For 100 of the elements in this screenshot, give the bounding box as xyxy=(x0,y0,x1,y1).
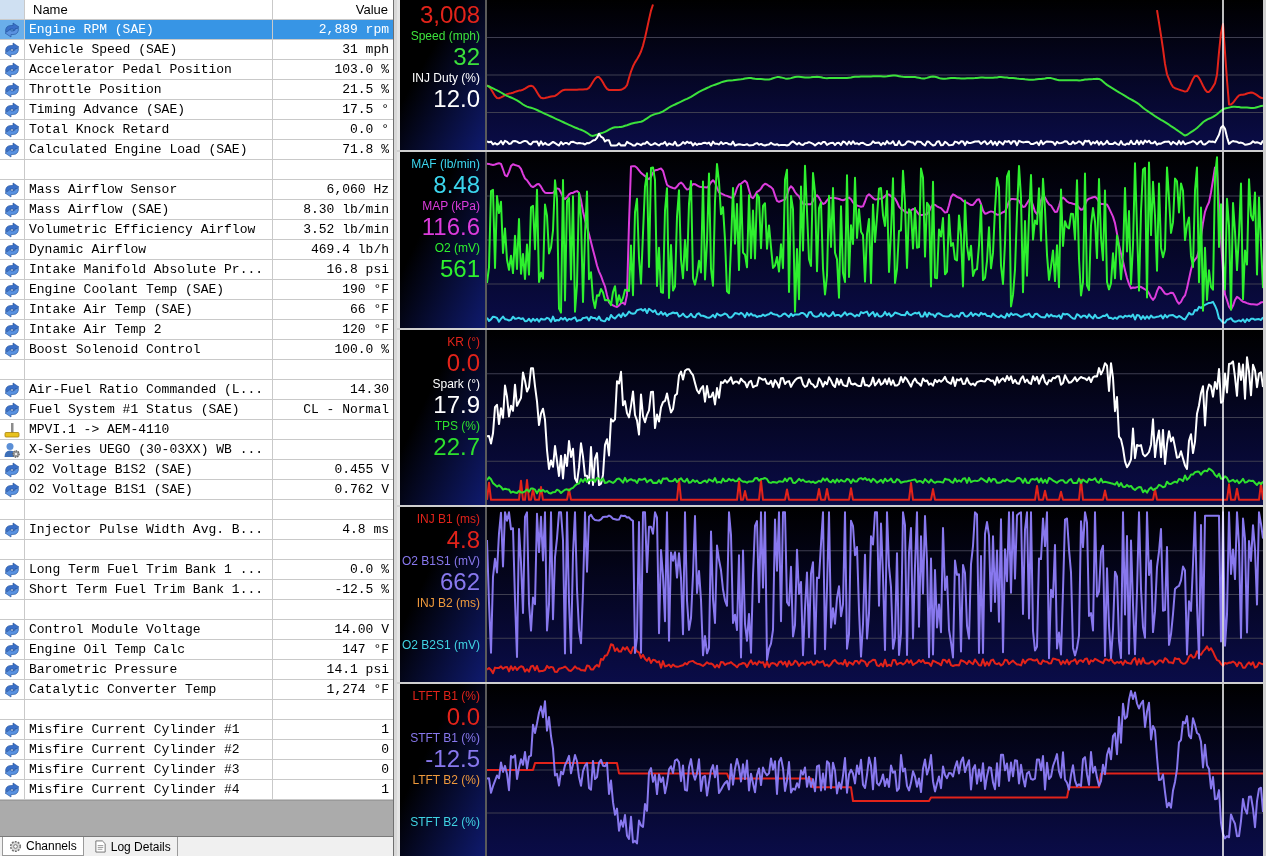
table-row[interactable]: Catalytic Converter Temp 1,274 °F xyxy=(0,680,393,700)
channel-label: LTFT B2 (%) xyxy=(412,772,480,789)
table-row[interactable]: Intake Air Temp 2 120 °F xyxy=(0,320,393,340)
value-cell-text: 1 xyxy=(380,781,390,799)
channel-reading: 17.9 xyxy=(433,393,480,417)
name-cell: O2 Voltage B1S2 (SAE) xyxy=(25,460,273,479)
table-row[interactable]: Throttle Position 21.5 % xyxy=(0,80,393,100)
value-cell-text: 0.762 V xyxy=(333,481,390,499)
name-cell: Intake Manifold Absolute Pr... xyxy=(25,260,273,279)
table-row[interactable]: Engine Coolant Temp (SAE) 190 °F xyxy=(0,280,393,300)
table-row[interactable]: Calculated Engine Load (SAE) 71.8 % xyxy=(0,140,393,160)
table-row[interactable]: Mass Airflow Sensor 6,060 Hz xyxy=(0,180,393,200)
channel-label: MAF (lb/min) xyxy=(411,156,480,173)
channel-label: O2 B2S1 (mV) xyxy=(401,637,480,654)
table-row[interactable]: O2 Voltage B1S2 (SAE) 0.455 V xyxy=(0,460,393,480)
table-row[interactable]: Misfire Current Cylinder #3 0 xyxy=(0,760,393,780)
table-row[interactable]: Mass Airflow (SAE) 8.30 lb/min xyxy=(0,200,393,220)
table-row[interactable]: Misfire Current Cylinder #1 1 xyxy=(0,720,393,740)
table-row[interactable]: Short Term Fuel Trim Bank 1... -12.5 % xyxy=(0,580,393,600)
swap-arrows-icon xyxy=(4,81,20,98)
swap-arrows-icon xyxy=(4,21,20,38)
table-row[interactable]: MPVI.1 -> AEM-4110 xyxy=(0,420,393,440)
name-cell: Misfire Current Cylinder #1 xyxy=(25,720,273,739)
name-cell: Engine RPM (SAE) xyxy=(25,20,273,39)
table-row[interactable]: Injector Pulse Width Avg. B... 4.8 ms xyxy=(0,520,393,540)
channel-reading: 561 xyxy=(439,257,480,281)
channel-label: Spark (°) xyxy=(432,376,480,393)
channel-reading: -12.5 xyxy=(425,747,480,771)
channel-label: STFT B1 (%) xyxy=(410,730,480,747)
name-cell: Boost Solenoid Control xyxy=(25,340,273,359)
value-cell-text: 3.52 lb/min xyxy=(302,221,390,239)
table-row[interactable]: Total Knock Retard 0.0 ° xyxy=(0,120,393,140)
channel-label: O2 (mV) xyxy=(434,240,480,257)
name-cell: Control Module Voltage xyxy=(25,620,273,639)
channel-reading: 4.8 xyxy=(446,528,480,552)
value-cell-text: 100.0 % xyxy=(333,341,390,359)
tab[interactable]: Log Details xyxy=(87,837,178,856)
tab[interactable]: Channels xyxy=(2,837,84,856)
swap-arrows-icon xyxy=(4,521,20,538)
channel-label: STFT B2 (%) xyxy=(410,814,480,831)
swap-arrows-icon xyxy=(4,141,20,158)
value-cell-text: 0 xyxy=(380,761,390,779)
value-cell-text: 0.0 ° xyxy=(349,121,390,139)
swap-arrows-icon xyxy=(4,681,20,698)
table-row[interactable]: Engine Oil Temp Calc 147 °F xyxy=(0,640,393,660)
value-cell-text: 8.30 lb/min xyxy=(302,201,390,219)
value-cell-text: 31 mph xyxy=(341,41,390,59)
value-cell-text: 469.4 lb/h xyxy=(310,241,390,259)
table-row[interactable]: Misfire Current Cylinder #4 1 xyxy=(0,780,393,800)
table-row[interactable]: Intake Air Temp (SAE) 66 °F xyxy=(0,300,393,320)
value-cell-text: 17.5 ° xyxy=(341,101,390,119)
table-row[interactable]: Long Term Fuel Trim Bank 1 ... 0.0 % xyxy=(0,560,393,580)
table-row[interactable]: Vehicle Speed (SAE) 31 mph xyxy=(0,40,393,60)
name-cell: MPVI.1 -> AEM-4110 xyxy=(25,420,273,439)
column-header[interactable]: Name xyxy=(25,0,273,19)
name-cell: Accelerator Pedal Position xyxy=(25,60,273,79)
name-cell: Volumetric Efficiency Airflow xyxy=(25,220,273,239)
swap-arrows-icon xyxy=(4,301,20,318)
table-row[interactable]: Dynamic Airflow 469.4 lb/h xyxy=(0,240,393,260)
table-row[interactable]: Control Module Voltage 14.00 V xyxy=(0,620,393,640)
value-cell-text: 120 °F xyxy=(341,321,390,339)
table-row[interactable]: O2 Voltage B1S1 (SAE) 0.762 V xyxy=(0,480,393,500)
table-row[interactable]: X-Series UEGO (30-03XX) WB ... xyxy=(0,440,393,460)
table-row[interactable]: Air-Fuel Ratio Commanded (L... 14.30 xyxy=(0,380,393,400)
channel-reading: 22.7 xyxy=(433,435,480,459)
column-header[interactable]: Value xyxy=(273,0,393,19)
name-cell: Engine Coolant Temp (SAE) xyxy=(25,280,273,299)
value-cell-text: 0.0 % xyxy=(349,561,390,579)
swap-arrows-icon xyxy=(4,581,20,598)
table-row[interactable]: Fuel System #1 Status (SAE) CL - Normal xyxy=(0,400,393,420)
swap-arrows-icon xyxy=(4,221,20,238)
swap-arrows-icon xyxy=(4,201,20,218)
swap-arrows-icon xyxy=(4,381,20,398)
gear-icon xyxy=(9,839,22,853)
table-row[interactable]: Volumetric Efficiency Airflow 3.52 lb/min xyxy=(0,220,393,240)
swap-arrows-icon xyxy=(4,761,20,778)
table-row[interactable]: Intake Manifold Absolute Pr... 16.8 psi xyxy=(0,260,393,280)
name-cell: Misfire Current Cylinder #2 xyxy=(25,740,273,759)
table-row[interactable]: Accelerator Pedal Position 103.0 % xyxy=(0,60,393,80)
name-cell: Intake Air Temp 2 xyxy=(25,320,273,339)
name-cell: Misfire Current Cylinder #4 xyxy=(25,780,273,799)
document-icon xyxy=(93,840,107,853)
channel-reading: 12.0 xyxy=(433,87,480,111)
name-cell: O2 Voltage B1S1 (SAE) xyxy=(25,480,273,499)
table-row[interactable]: Barometric Pressure 14.1 psi xyxy=(0,660,393,680)
value-cell-text: 1 xyxy=(380,721,390,739)
table-row[interactable]: Boost Solenoid Control 100.0 % xyxy=(0,340,393,360)
channel-reading: 32 xyxy=(453,45,480,69)
name-cell: Timing Advance (SAE) xyxy=(25,100,273,119)
value-cell-text: 14.00 V xyxy=(333,621,390,639)
table-row[interactable]: Misfire Current Cylinder #2 0 xyxy=(0,740,393,760)
name-cell: Mass Airflow (SAE) xyxy=(25,200,273,219)
channel-reading: 3,008 xyxy=(419,3,480,27)
table-row[interactable]: Timing Advance (SAE) 17.5 ° xyxy=(0,100,393,120)
value-cell-text: 6,060 Hz xyxy=(325,181,390,199)
name-cell: Air-Fuel Ratio Commanded (L... xyxy=(25,380,273,399)
name-cell: X-Series UEGO (30-03XX) WB ... xyxy=(25,440,273,459)
value-cell-text: 190 °F xyxy=(341,281,390,299)
tee-connector-icon xyxy=(4,421,20,438)
value-cell-text: 0.455 V xyxy=(333,461,390,479)
